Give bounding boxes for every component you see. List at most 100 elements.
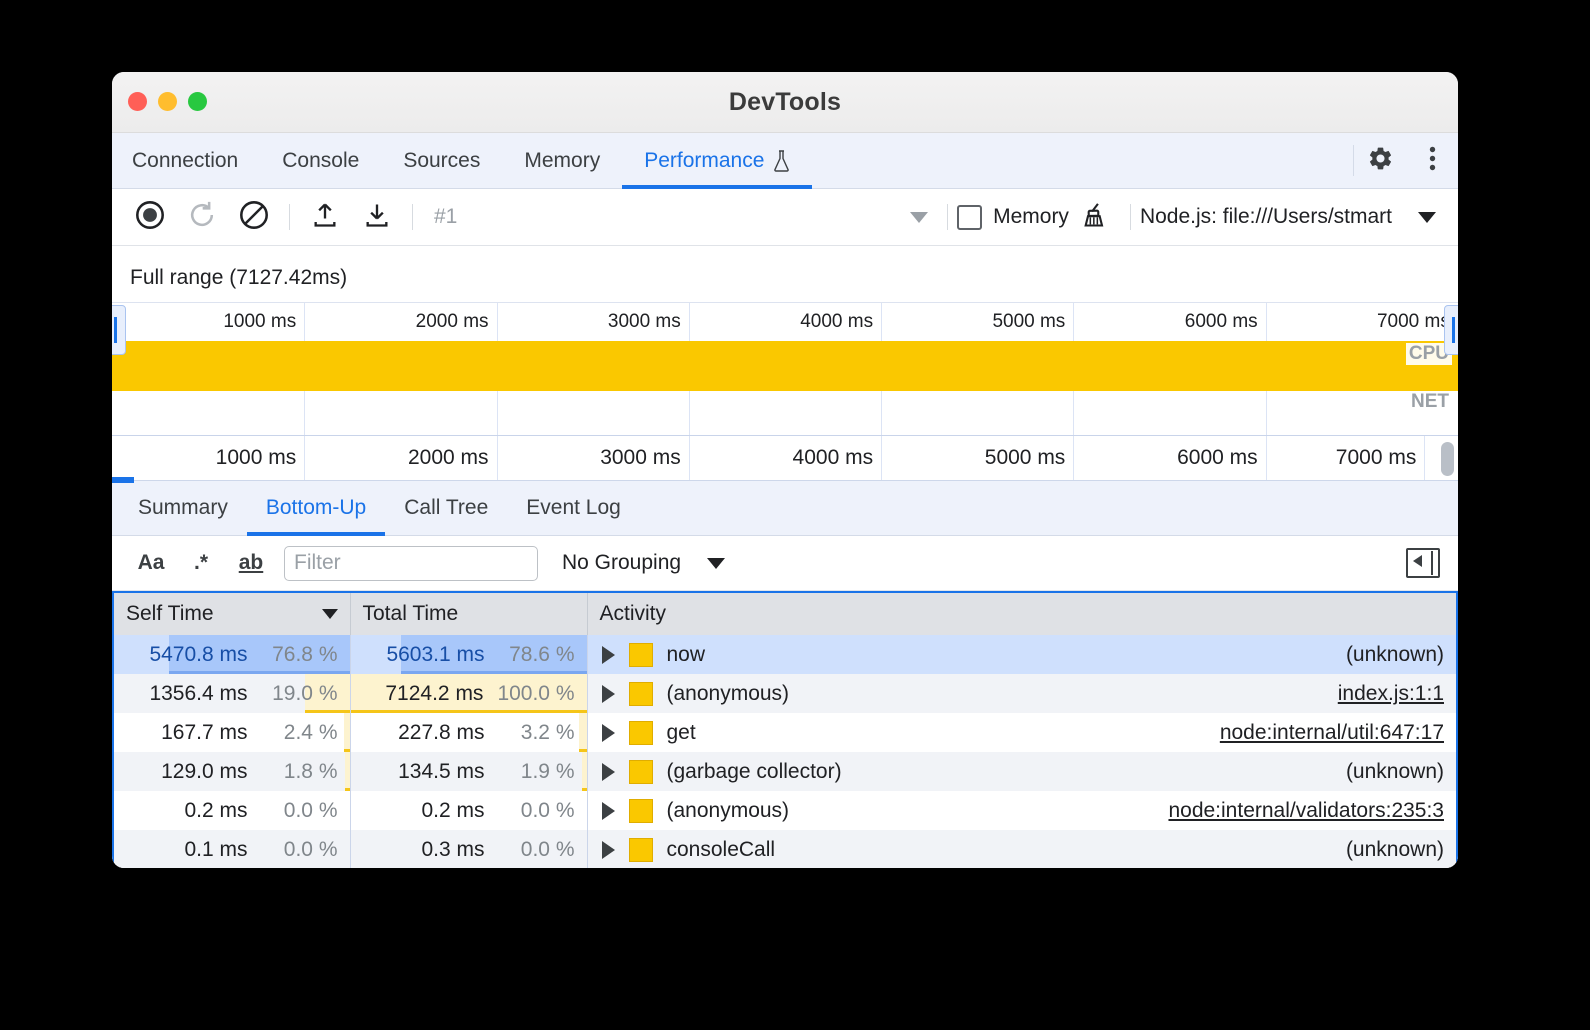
total-time-ms: 5603.1 ms (386, 643, 484, 667)
activity-color-swatch (629, 643, 653, 667)
cell-activity: (garbage collector)(unknown) (587, 752, 1456, 791)
performance-record-toolbar: #1 Memory Node.js: file:///Users/stmart (112, 189, 1458, 246)
tab-sources[interactable]: Sources (381, 133, 502, 188)
activity-source-link[interactable]: node:internal/util:647:17 (1220, 721, 1444, 745)
cell-activity: getnode:internal/util:647:17 (587, 713, 1456, 752)
window-traffic-lights (128, 92, 207, 111)
total-time-ms: 227.8 ms (398, 721, 484, 745)
ruler-bottom-tick-3: 3000 ms (600, 446, 689, 470)
close-window-button[interactable] (128, 92, 147, 111)
overview-ruler-top: 1000 ms 2000 ms 3000 ms 4000 ms 5000 ms … (112, 303, 1458, 341)
cell-total-time: 227.8 ms 3.2 % (350, 713, 587, 752)
tab-console[interactable]: Console (260, 133, 381, 188)
cell-total-time: 7124.2 ms 100.0 % (350, 674, 587, 713)
cell-activity: (anonymous) index.js:1:1 (587, 674, 1456, 713)
range-left-handle[interactable] (112, 305, 126, 355)
activity-name: now (667, 643, 706, 667)
grouping-select[interactable]: No Grouping (562, 551, 681, 575)
net-band-label: NET (1408, 391, 1452, 413)
tab-summary-label: Summary (138, 496, 228, 520)
ruler-top-tick-1: 1000 ms (223, 311, 304, 333)
tab-connection[interactable]: Connection (112, 133, 260, 188)
tab-memory[interactable]: Memory (502, 133, 622, 188)
activity-source-link[interactable]: node:internal/validators:235:3 (1168, 799, 1444, 823)
column-header-self-time[interactable]: Self Time (114, 593, 350, 635)
tab-performance-label: Performance (644, 149, 764, 173)
ruler-top-tick-2: 2000 ms (416, 311, 497, 333)
total-time-ms: 7124.2 ms (385, 682, 483, 706)
activity-color-swatch (629, 799, 653, 823)
table-row[interactable]: 129.0 ms1.8 %134.5 ms1.9 %(garbage colle… (114, 752, 1456, 791)
target-selector-label[interactable]: Node.js: file:///Users/stmart (1140, 205, 1392, 229)
table-row[interactable]: 0.1 ms0.0 %0.3 ms0.0 %consoleCall(unknow… (114, 830, 1456, 868)
expand-triangle-icon[interactable] (602, 763, 615, 781)
memory-checkbox-group[interactable]: Memory (957, 205, 1069, 230)
session-dropdown-caret[interactable] (910, 212, 928, 223)
self-time-percent: 0.0 % (262, 838, 338, 862)
self-time-percent: 0.0 % (262, 799, 338, 823)
ruler-top-tick-3: 3000 ms (608, 311, 689, 333)
ruler-top-tick-5: 5000 ms (992, 311, 1073, 333)
activity-source-link[interactable]: index.js:1:1 (1338, 682, 1444, 706)
expand-triangle-icon[interactable] (602, 841, 615, 859)
total-time-percent: 0.0 % (499, 799, 575, 823)
ruler-bottom-tick-6: 6000 ms (1177, 446, 1266, 470)
activity-name: (anonymous) (667, 799, 790, 823)
ruler-bottom-tick-5: 5000 ms (985, 446, 1074, 470)
cell-self-time: 0.2 ms0.0 % (114, 791, 350, 830)
target-dropdown-caret[interactable] (1418, 212, 1436, 223)
tab-performance[interactable]: Performance (622, 133, 812, 188)
session-name-label: #1 (434, 205, 457, 229)
total-time-percent: 100.0 % (497, 682, 574, 706)
maximize-window-button[interactable] (188, 92, 207, 111)
table-row[interactable]: 167.7 ms2.4 %227.8 ms3.2 %getnode:intern… (114, 713, 1456, 752)
table-row[interactable]: 5470.8 ms76.8 %5603.1 ms78.6 %now(unknow… (114, 635, 1456, 674)
memory-checkbox[interactable] (957, 205, 982, 230)
expand-triangle-icon[interactable] (602, 724, 615, 742)
save-profile-button[interactable] (351, 189, 403, 245)
record-icon (135, 200, 165, 235)
record-button[interactable] (124, 189, 176, 245)
tab-summary[interactable]: Summary (119, 481, 247, 535)
activity-name: (anonymous) (667, 682, 790, 706)
column-header-activity[interactable]: Activity (587, 593, 1456, 635)
regex-button[interactable]: .* (176, 536, 226, 590)
grouping-caret-icon[interactable] (707, 558, 725, 569)
self-time-ms: 5470.8 ms (149, 643, 247, 667)
activity-color-swatch (629, 721, 653, 745)
overview-pane[interactable]: 1000 ms 2000 ms 3000 ms 4000 ms 5000 ms … (112, 302, 1458, 436)
broom-icon (1081, 201, 1109, 234)
clear-button[interactable] (228, 189, 280, 245)
match-case-button[interactable]: Aa (126, 536, 176, 590)
cell-self-time: 0.1 ms0.0 % (114, 830, 350, 868)
timeline-scrollbar-thumb[interactable] (1441, 442, 1454, 476)
activity-source-link: (unknown) (1346, 760, 1444, 784)
total-time-percent: 3.2 % (499, 721, 575, 745)
activity-color-swatch (629, 760, 653, 784)
sidebar-toggle-icon[interactable] (1406, 548, 1440, 578)
bottom-up-table[interactable]: Self Time Total Time Activity 5470.8 ms7… (112, 591, 1458, 868)
expand-triangle-icon[interactable] (602, 646, 615, 664)
detail-tab-strip: Summary Bottom-Up Call Tree Event Log (112, 481, 1458, 536)
minimize-window-button[interactable] (158, 92, 177, 111)
expand-triangle-icon[interactable] (602, 685, 615, 703)
ruler-bottom-tick-7: 7000 ms (1336, 446, 1425, 470)
reload-and-record-button[interactable] (176, 189, 228, 245)
load-profile-button[interactable] (299, 189, 351, 245)
tab-call-tree[interactable]: Call Tree (385, 481, 507, 535)
cell-total-time: 0.3 ms0.0 % (350, 830, 587, 868)
expand-triangle-icon[interactable] (602, 802, 615, 820)
range-right-handle[interactable] (1444, 305, 1458, 355)
collect-garbage-button[interactable] (1069, 189, 1121, 245)
filter-input[interactable] (284, 546, 538, 581)
column-header-total-time[interactable]: Total Time (350, 593, 587, 635)
toolbar-divider-1 (289, 204, 290, 230)
total-time-ms: 134.5 ms (398, 760, 484, 784)
table-row[interactable]: 1356.4 ms19.0 %7124.2 ms100.0 %(anonymou… (114, 674, 1456, 713)
tab-event-log[interactable]: Event Log (507, 481, 640, 535)
whole-word-button[interactable]: ab (226, 536, 276, 590)
more-options-button[interactable] (1406, 133, 1458, 188)
tab-bottom-up[interactable]: Bottom-Up (247, 481, 385, 535)
settings-button[interactable] (1354, 133, 1406, 188)
table-row[interactable]: 0.2 ms0.0 %0.2 ms0.0 %(anonymous)node:in… (114, 791, 1456, 830)
